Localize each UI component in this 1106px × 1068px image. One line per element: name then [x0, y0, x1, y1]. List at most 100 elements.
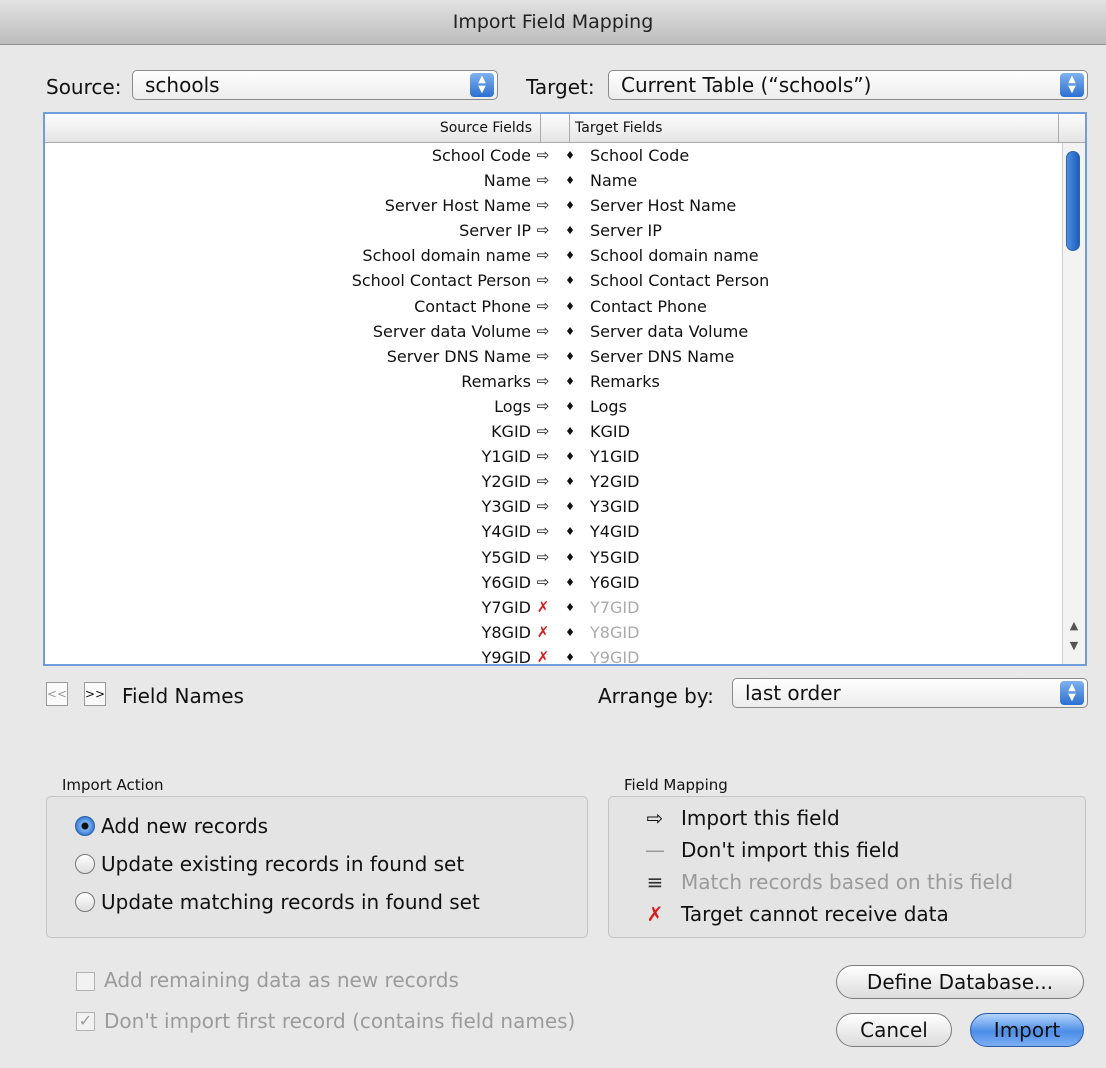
arrow-right-icon[interactable]: ⇨ — [531, 294, 555, 319]
mapping-column-header[interactable] — [541, 114, 570, 142]
add-remaining-checkbox[interactable] — [76, 972, 95, 991]
arrow-right-icon[interactable]: ⇨ — [531, 143, 555, 168]
arrow-right-icon[interactable]: ⇨ — [531, 494, 555, 519]
table-row[interactable]: Y7GID ✗ ♦ Y7GID — [45, 595, 1061, 620]
table-row[interactable]: Y6GID ⇨ ♦ Y6GID — [45, 570, 1061, 595]
drag-handle-icon[interactable]: ♦ — [560, 243, 580, 268]
arrow-right-icon[interactable]: ⇨ — [531, 344, 555, 369]
drag-handle-icon[interactable]: ♦ — [560, 419, 580, 444]
drag-handle-icon[interactable]: ♦ — [560, 620, 580, 645]
table-row[interactable]: Y2GID ⇨ ♦ Y2GID — [45, 469, 1061, 494]
vertical-scrollbar[interactable]: ▲ ▼ — [1062, 143, 1085, 664]
radio-add-new-records[interactable]: Add new records — [75, 813, 268, 839]
arrow-right-icon[interactable]: ⇨ — [531, 243, 555, 268]
drag-handle-icon[interactable]: ♦ — [560, 595, 580, 620]
target-field-cell: Y5GID — [590, 547, 640, 567]
import-button[interactable]: Import — [970, 1013, 1084, 1047]
source-popup[interactable]: schools ▲ ▼ — [132, 70, 498, 100]
drag-handle-icon[interactable]: ♦ — [560, 394, 580, 419]
table-row[interactable]: Y5GID ⇨ ♦ Y5GID — [45, 545, 1061, 570]
table-row[interactable]: Server Host Name ⇨ ♦ Server Host Name — [45, 193, 1061, 218]
red-x-icon: ✗ — [646, 902, 664, 926]
red-x-icon[interactable]: ✗ — [531, 645, 555, 664]
define-database-button[interactable]: Define Database... — [836, 965, 1084, 999]
target-field-cell: Server data Volume — [590, 321, 749, 341]
arrow-right-icon[interactable]: ⇨ — [531, 394, 555, 419]
table-row[interactable]: School Code ⇨ ♦ School Code — [45, 143, 1061, 168]
arrow-right-icon[interactable]: ⇨ — [531, 319, 555, 344]
table-row[interactable]: School Contact Person ⇨ ♦ School Contact Pe… — [45, 268, 1061, 293]
drag-handle-icon[interactable]: ♦ — [560, 369, 580, 394]
arrow-right-icon[interactable]: ⇨ — [531, 168, 555, 193]
drag-handle-icon[interactable]: ♦ — [560, 494, 580, 519]
source-label: Source: — [46, 75, 122, 99]
arrow-right-icon[interactable]: ⇨ — [531, 469, 555, 494]
table-row[interactable]: Name ⇨ ♦ Name — [45, 168, 1061, 193]
source-field-cell: Contact Phone — [414, 296, 531, 316]
source-popup-value: schools — [145, 73, 220, 97]
table-row[interactable]: Contact Phone ⇨ ♦ Contact Phone — [45, 294, 1061, 319]
table-row[interactable]: Y1GID ⇨ ♦ Y1GID — [45, 444, 1061, 469]
drag-handle-icon[interactable]: ♦ — [560, 344, 580, 369]
arrow-right-icon[interactable]: ⇨ — [531, 419, 555, 444]
drag-handle-icon[interactable]: ♦ — [560, 218, 580, 243]
next-record-button[interactable]: >> — [84, 682, 106, 706]
table-row[interactable]: Remarks ⇨ ♦ Remarks — [45, 369, 1061, 394]
drag-handle-icon[interactable]: ♦ — [560, 193, 580, 218]
table-row[interactable]: Y8GID ✗ ♦ Y8GID — [45, 620, 1061, 645]
drag-handle-icon[interactable]: ♦ — [560, 294, 580, 319]
table-row[interactable]: Server DNS Name ⇨ ♦ Server DNS Name — [45, 344, 1061, 369]
table-row[interactable]: Server IP ⇨ ♦ Server IP — [45, 218, 1061, 243]
source-fields-header[interactable]: Source Fields — [45, 114, 541, 142]
chevron-updown-icon: ▲ ▼ — [1060, 73, 1084, 97]
arrow-right-icon[interactable]: ⇨ — [531, 218, 555, 243]
arrow-right-icon[interactable]: ⇨ — [531, 519, 555, 544]
source-field-cell: Y7GID — [481, 597, 531, 617]
drag-handle-icon[interactable]: ♦ — [560, 143, 580, 168]
source-field-cell: Server IP — [459, 221, 531, 241]
radio-update-matching[interactable]: Update matching records in found set — [75, 889, 480, 915]
target-field-cell: Y1GID — [590, 447, 640, 467]
arrow-right-icon: ⇨ — [646, 806, 664, 830]
radio-update-existing[interactable]: Update existing records in found set — [75, 851, 464, 877]
arrow-right-icon[interactable]: ⇨ — [531, 268, 555, 293]
drag-handle-icon[interactable]: ♦ — [560, 469, 580, 494]
scroll-up-arrow-icon[interactable]: ▲ — [1063, 619, 1085, 632]
drag-handle-icon[interactable]: ♦ — [560, 519, 580, 544]
table-row[interactable]: KGID ⇨ ♦ KGID — [45, 419, 1061, 444]
arrow-right-icon[interactable]: ⇨ — [531, 444, 555, 469]
target-fields-header[interactable]: Target Fields — [569, 114, 1059, 142]
table-row[interactable]: Y9GID ✗ ♦ Y9GID — [45, 645, 1061, 664]
red-x-icon[interactable]: ✗ — [531, 595, 555, 620]
skip-first-checkbox[interactable]: ✓ — [76, 1012, 95, 1031]
drag-handle-icon[interactable]: ♦ — [560, 645, 580, 664]
red-x-icon[interactable]: ✗ — [531, 620, 555, 645]
drag-handle-icon[interactable]: ♦ — [560, 545, 580, 570]
drag-handle-icon[interactable]: ♦ — [560, 168, 580, 193]
target-popup[interactable]: Current Table (“schools”) ▲ ▼ — [608, 70, 1088, 100]
drag-handle-icon[interactable]: ♦ — [560, 570, 580, 595]
arrow-right-icon[interactable]: ⇨ — [531, 369, 555, 394]
source-field-cell: Y4GID — [481, 522, 531, 542]
legend-label: Target cannot receive data — [681, 902, 949, 926]
table-row[interactable]: Y3GID ⇨ ♦ Y3GID — [45, 494, 1061, 519]
arrow-right-icon[interactable]: ⇨ — [531, 570, 555, 595]
arrow-right-icon[interactable]: ⇨ — [531, 193, 555, 218]
arrow-right-icon[interactable]: ⇨ — [531, 545, 555, 570]
cancel-button[interactable]: Cancel — [836, 1013, 952, 1047]
previous-record-button[interactable]: << — [46, 682, 68, 706]
scrollbar-thumb[interactable] — [1066, 151, 1080, 251]
source-field-cell: KGID — [491, 422, 531, 442]
table-row[interactable]: Y4GID ⇨ ♦ Y4GID — [45, 519, 1061, 544]
drag-handle-icon[interactable]: ♦ — [560, 444, 580, 469]
table-row[interactable]: Logs ⇨ ♦ Logs — [45, 394, 1061, 419]
table-row[interactable]: Server data Volume ⇨ ♦ Server data Volume — [45, 319, 1061, 344]
drag-handle-icon[interactable]: ♦ — [560, 319, 580, 344]
arrange-by-popup[interactable]: last order ▲ ▼ — [732, 678, 1088, 708]
table-row[interactable]: School domain name ⇨ ♦ School domain name — [45, 243, 1061, 268]
drag-handle-icon[interactable]: ♦ — [560, 268, 580, 293]
source-field-cell: Server DNS Name — [386, 346, 531, 366]
source-field-cell: Logs — [494, 396, 531, 416]
radio-selected-icon — [75, 816, 95, 836]
scroll-down-arrow-icon[interactable]: ▼ — [1063, 639, 1085, 652]
